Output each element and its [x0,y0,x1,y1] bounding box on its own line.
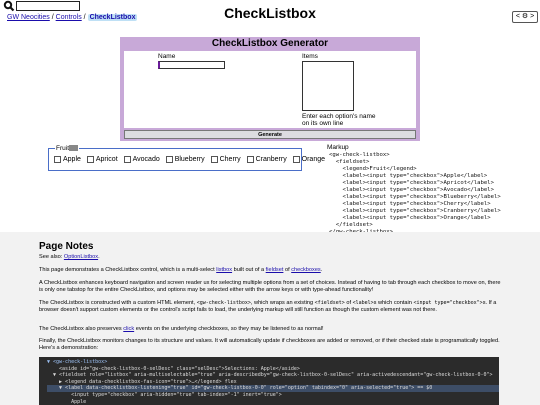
checkbox[interactable] [86,156,94,163]
text: This page demonstrates a CheckListbox co… [39,267,217,273]
option-avocado[interactable]: Avocado [123,156,160,164]
items-label: Items [302,53,318,60]
checkbox[interactable] [123,156,131,163]
devtools-line[interactable]: ▶ <legend data-checklistbox-fas-icon="tr… [47,379,237,385]
checkboxes-link[interactable]: checkboxes [291,267,321,273]
option-apple[interactable]: Apple [54,156,81,163]
text: . [320,267,323,273]
settings-button[interactable]: < ⚙ > [512,11,538,23]
notes-paragraph-2: A CheckListbox enhances keyboard navigat… [39,280,501,293]
code-snippet: <input type="checkbox"> [413,300,483,306]
generate-button[interactable]: Generate [124,130,416,139]
option-cherry[interactable]: Cherry [210,156,241,164]
option-cranberry[interactable]: Cranberry [246,156,287,164]
see-also: See also: OptionListbox. [39,254,501,261]
name-input[interactable] [158,61,225,69]
generator-panel: CheckListbox Generator Name Items Enter … [120,37,420,141]
generator-form: Name Items Enter each option's name on i… [124,51,416,128]
text: The CheckListbox also preserves [39,326,124,332]
text: s which contain [373,300,414,306]
option-apricot[interactable]: Apricot [86,156,118,164]
devtools-demo: ▼ <gw-check-listbox> <aside id="gw-check… [39,357,499,405]
devtools-line[interactable]: ▼ <gw-check-listbox> [47,359,107,365]
devtools-lines: ▼ <gw-check-listbox> <aside id="gw-check… [39,357,499,405]
code-snippet: <label> [352,300,374,306]
option-label: Cranberry [255,156,287,164]
notes-paragraph-1: This page demonstrates a CheckListbox co… [39,267,501,274]
markup-label: Markup [327,144,349,151]
option-blueberry[interactable]: Blueberry [165,156,205,164]
text: events on the underlying checkboxes, so … [134,326,324,332]
text: built out of a [232,267,266,273]
markup-code: <gw-check-listbox> <fieldset> <legend>Fr… [329,152,501,235]
items-textarea[interactable] [302,61,354,111]
notes-paragraph-5: Finally, the CheckListbox monitors chang… [39,338,500,351]
see-also-prefix: See also: [39,254,64,260]
listbox-link[interactable]: listbox [216,267,232,273]
notes-title: Page Notes [39,241,94,252]
option-label: Cherry [219,156,241,164]
generator-title: CheckListbox Generator [211,38,329,49]
devtools-line[interactable]: ▼ <fieldset role="listbox" aria-multisel… [47,372,493,378]
option-label: Apple [63,156,81,164]
checkbox[interactable] [165,156,173,163]
option-listbox-link[interactable]: OptionListbox [64,254,98,260]
checkbox[interactable] [292,156,300,163]
option-label: Orange [301,156,326,164]
fieldset-link[interactable]: fieldset [266,267,284,273]
fruit-options: Apple Apricot Avocado Blueberry Cherry C… [54,156,329,163]
option-orange[interactable]: Orange [292,156,326,164]
option-label: Apricot [95,156,118,164]
devtools-line[interactable]: Apple [47,399,86,405]
text: of [344,300,353,306]
fruit-legend-label: Fruit [56,145,69,152]
fruit-checklistbox[interactable]: Fruit Apple Apricot Avocado Blueberry Ch… [48,145,325,171]
text: The CheckListbox is constructed with a c… [39,300,197,306]
devtools-line-selected[interactable]: ▼ <label data-checklistbox-listening="tr… [47,385,499,392]
code-snippet: <gw-check-listbox> [196,300,251,306]
devtools-line[interactable]: <aside id="gw-check-listbox-0-selDesc" c… [47,366,300,372]
page-title: CheckListbox [224,5,316,21]
top-bar: GW Neocities / Controls / CheckListbox C… [0,0,540,30]
devtools-line[interactable]: <input type="checkbox" aria-hidden="true… [47,392,282,398]
text: , which wraps an existing [250,300,315,306]
focus-indicator-icon [69,145,78,152]
items-hint: Enter each option's name on its own line [302,113,376,127]
name-label: Name [158,53,176,60]
notes-paragraph-4: The CheckListbox also preserves click ev… [39,326,501,333]
fruit-legend: Fruit [55,145,79,152]
code-snippet: <fieldset> [314,300,345,306]
click-link[interactable]: click [123,326,134,332]
see-also-suffix: . [98,254,100,260]
checkbox[interactable] [246,156,254,163]
option-label: Blueberry [174,156,205,164]
checkbox[interactable] [54,156,61,163]
option-label: Avocado [132,156,160,164]
checkbox[interactable] [210,156,218,163]
notes-paragraph-3: The CheckListbox is constructed with a c… [39,300,501,314]
